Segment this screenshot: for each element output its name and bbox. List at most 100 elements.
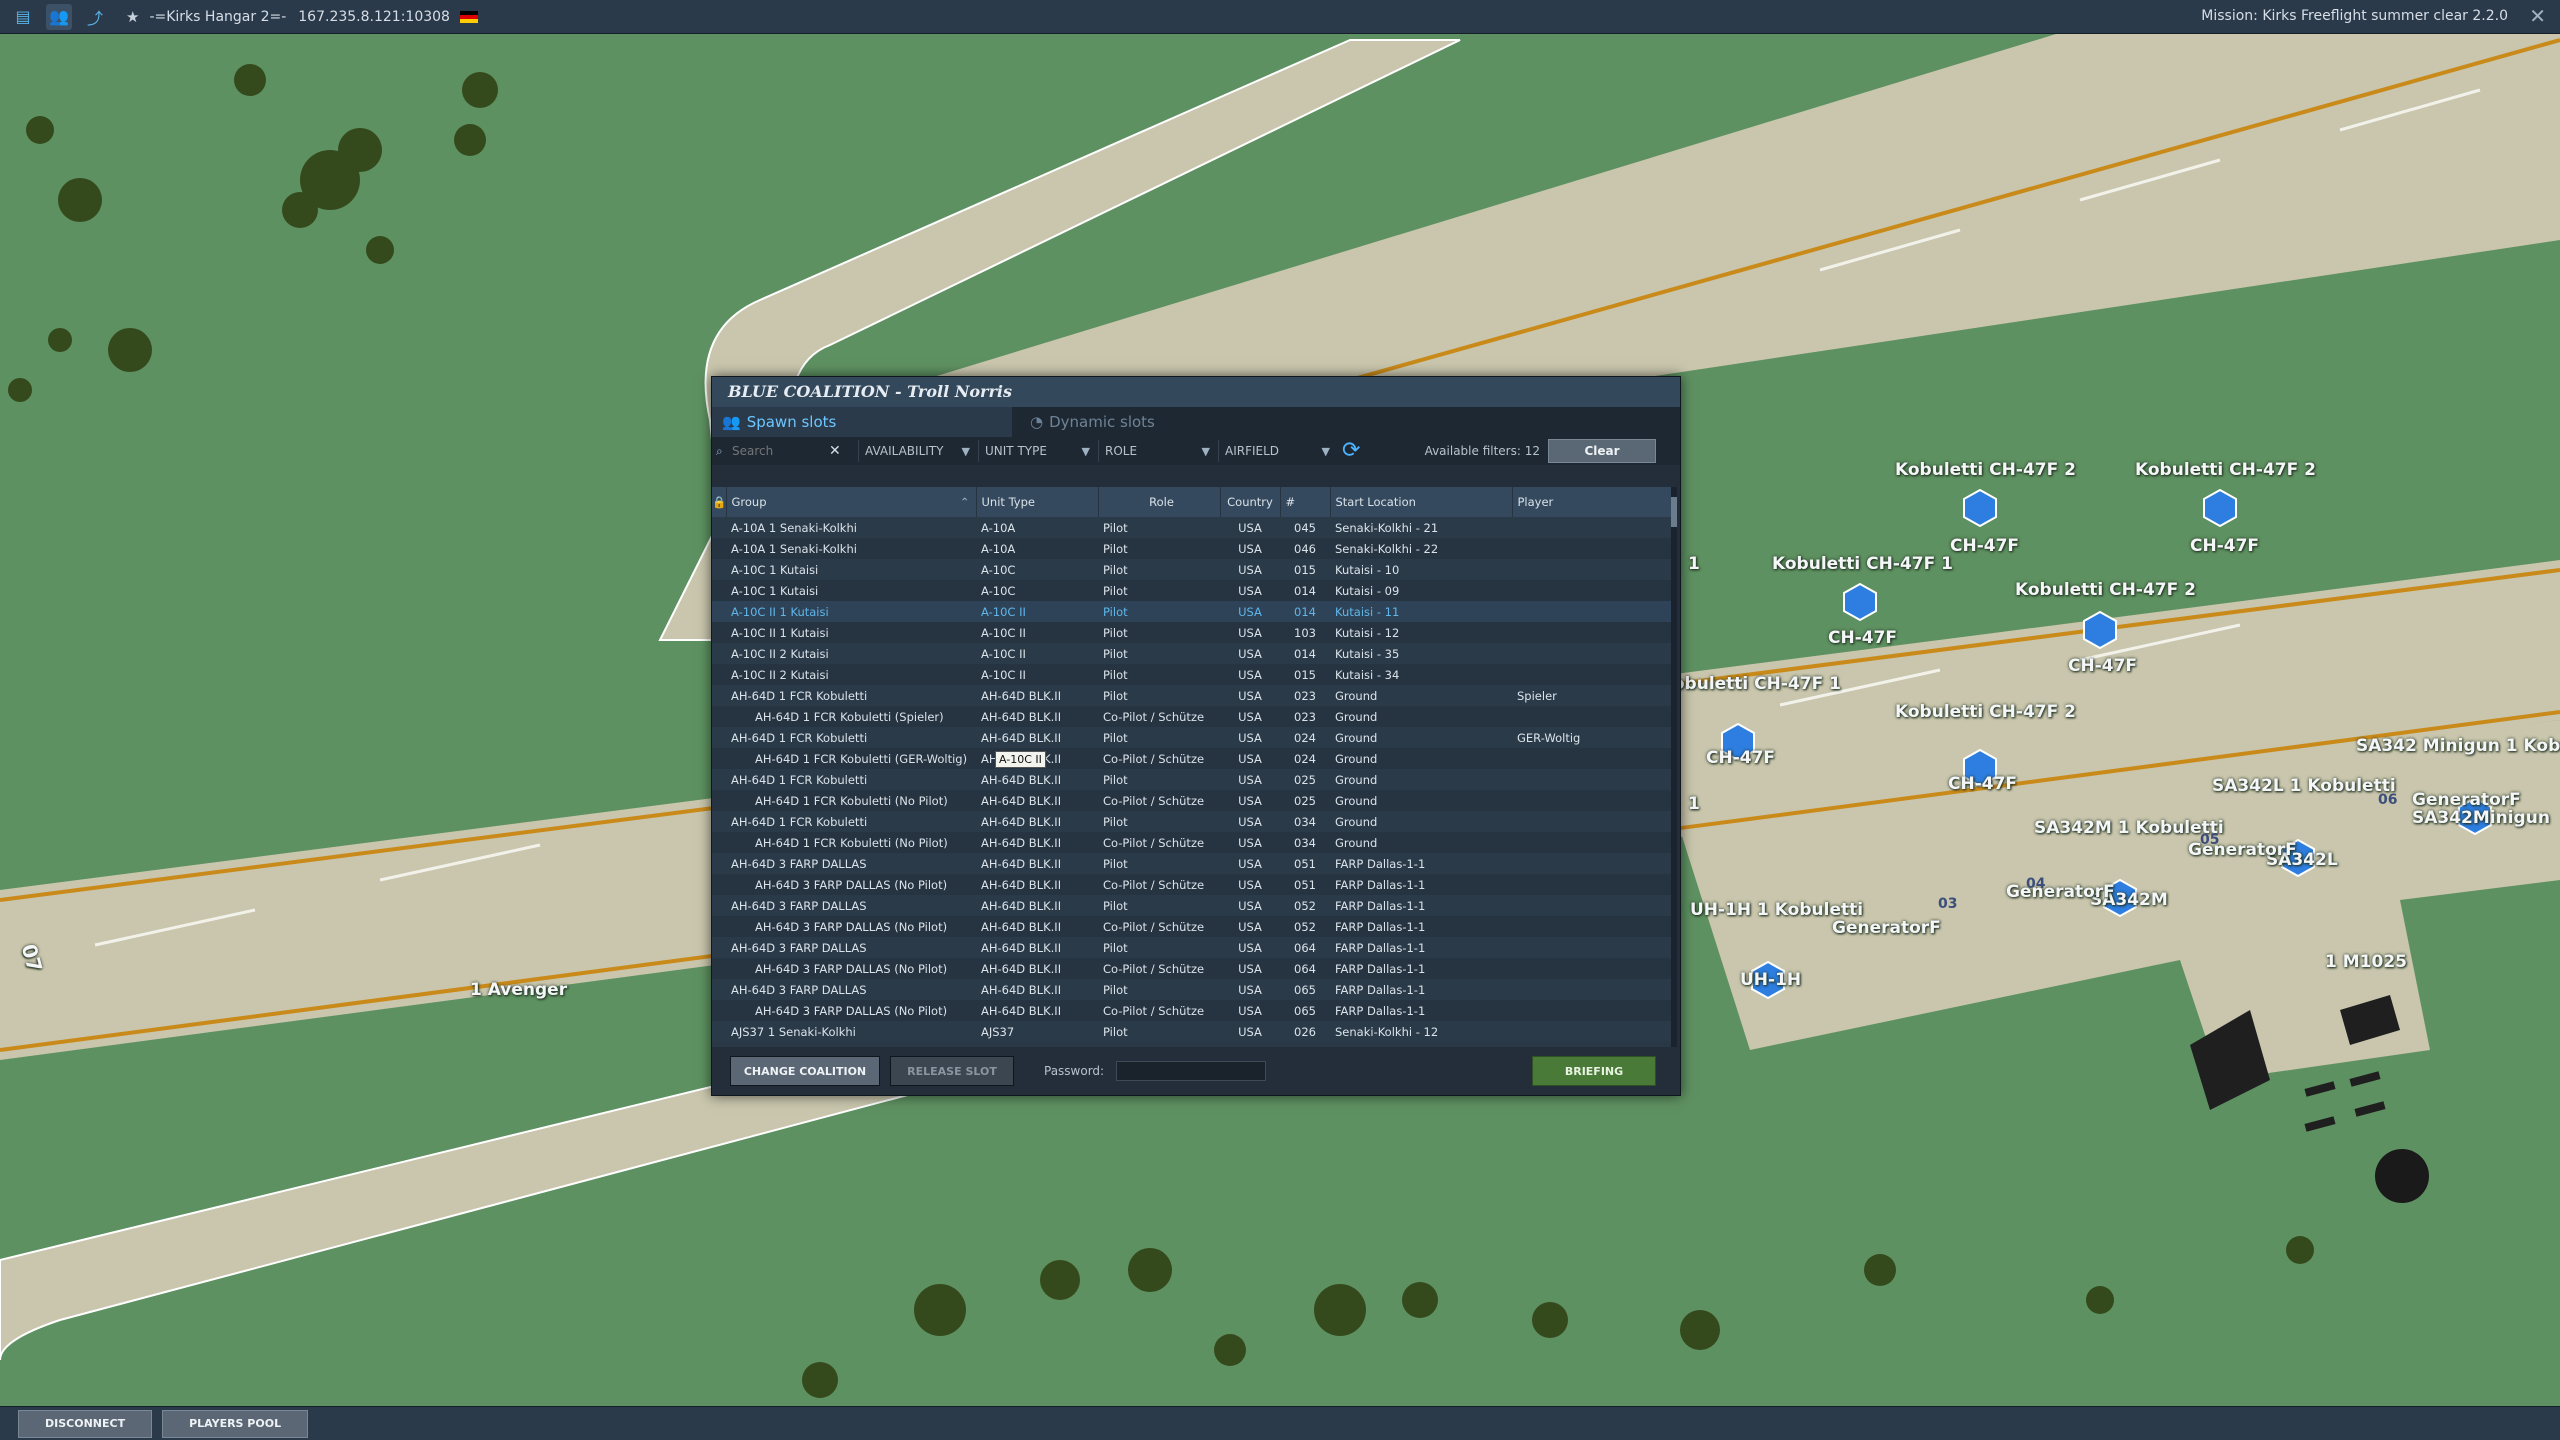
column-header-unit-type[interactable]: Unit Type bbox=[976, 487, 1099, 517]
password-input[interactable] bbox=[1116, 1061, 1267, 1081]
chevron-down-icon: ▼ bbox=[961, 444, 970, 458]
table-row[interactable]: AH-64D 3 FARP DALLAS (No Pilot) AH-64D BL… bbox=[712, 916, 1672, 937]
cell-role: Pilot bbox=[1098, 622, 1220, 643]
scrollbar-thumb[interactable] bbox=[1671, 497, 1677, 527]
table-row[interactable]: A-10C 1 Kutaisi A-10C Pilot USA 014 Kutaisi -… bbox=[712, 580, 1672, 601]
ch47f-unit-icon[interactable] bbox=[1962, 488, 1998, 528]
clear-filters-button[interactable]: Clear bbox=[1548, 439, 1656, 463]
cell-unit-type: A-10C II bbox=[976, 664, 1098, 685]
table-row[interactable]: AH-64D 3 FARP DALLAS (No Pilot) AH-64D BL… bbox=[712, 874, 1672, 895]
cell-number: 046 bbox=[1280, 538, 1330, 559]
clear-search-icon[interactable]: ✕ bbox=[829, 443, 841, 459]
cell-player bbox=[1512, 748, 1672, 769]
cell-player bbox=[1512, 1000, 1672, 1021]
table-row[interactable]: AH-64D 1 FCR Kobuletti AH-64D BLK.II Pilot… bbox=[712, 769, 1672, 790]
table-row[interactable]: A-10A 1 Senaki-Kolkhi A-10A Pilot USA 045 Sen… bbox=[712, 517, 1672, 538]
tab-label: Spawn slots bbox=[746, 413, 837, 431]
table-row[interactable]: A-10C II 2 Kutaisi A-10C II Pilot USA 014 Kut… bbox=[712, 643, 1672, 664]
table-row[interactable]: AH-64D 3 FARP DALLAS AH-64D BLK.II Pilot US… bbox=[712, 853, 1672, 874]
table-row[interactable]: AH-64D 3 FARP DALLAS (No Pilot) AH-64D BL… bbox=[712, 958, 1672, 979]
cell-start-location: Ground bbox=[1330, 811, 1512, 832]
table-row[interactable]: AH-64D 1 FCR Kobuletti AH-64D BLK.II Pilot… bbox=[712, 727, 1672, 748]
briefing-button[interactable]: BRIEFING bbox=[1532, 1056, 1656, 1086]
column-header-start-location[interactable]: Start Location bbox=[1330, 487, 1513, 517]
cell-group: A-10C II 1 Kutaisi bbox=[726, 622, 976, 643]
table-row[interactable]: AJS37 1 Senaki-Kolkhi AJS37 Pilot USA 026 Sen… bbox=[712, 1021, 1672, 1042]
table-row[interactable]: AH-64D 3 FARP DALLAS (No Pilot) AH-64D BL… bbox=[712, 1000, 1672, 1021]
column-header-country[interactable]: Country bbox=[1220, 487, 1281, 517]
map-label: CH-47F bbox=[1828, 628, 1898, 648]
table-row[interactable]: AH-64D 3 FARP DALLAS AH-64D BLK.II Pilot US… bbox=[712, 979, 1672, 1000]
table-scrollbar[interactable] bbox=[1671, 487, 1677, 1047]
search-input[interactable] bbox=[732, 444, 827, 458]
cell-country: USA bbox=[1220, 853, 1280, 874]
cell-group: A-10A 1 Senaki-Kolkhi bbox=[726, 538, 976, 559]
change-coalition-button[interactable]: CHANGE COALITION bbox=[730, 1056, 880, 1086]
table-row[interactable]: AH-64D 1 FCR Kobuletti AH-64D BLK.II Pilot… bbox=[712, 811, 1672, 832]
availability-dropdown[interactable]: AVAILABILITY ▼ bbox=[858, 440, 976, 462]
cell-start-location: FARP Dallas-1-1 bbox=[1330, 895, 1512, 916]
release-slot-button[interactable]: RELEASE SLOT bbox=[890, 1056, 1014, 1086]
table-row[interactable]: AH-64D 3 FARP DALLAS AH-64D BLK.II Pilot US… bbox=[712, 937, 1672, 958]
chevron-down-icon: ▼ bbox=[1201, 444, 1210, 458]
table-row[interactable]: A-10C II 1 Kutaisi A-10C II Pilot USA 014 Kut… bbox=[712, 601, 1672, 622]
cell-group: AH-64D 3 FARP DALLAS (No Pilot) bbox=[726, 916, 976, 937]
cell-group: AH-64D 3 FARP DALLAS (No Pilot) bbox=[726, 1000, 976, 1021]
unit-type-dropdown[interactable]: UNIT TYPE ▼ bbox=[978, 440, 1096, 462]
cell-player bbox=[1512, 958, 1672, 979]
table-row[interactable]: A-10A 1 Senaki-Kolkhi A-10A Pilot USA 046 Sen… bbox=[712, 538, 1672, 559]
table-row[interactable]: AH-64D 1 FCR Kobuletti (No Pilot) AH-64D … bbox=[712, 832, 1672, 853]
table-row[interactable]: AH-64D 1 FCR Kobuletti (No Pilot) AH-64D … bbox=[712, 790, 1672, 811]
cell-group: AH-64D 1 FCR Kobuletti bbox=[726, 727, 976, 748]
players-pool-button[interactable]: PLAYERS POOL bbox=[162, 1409, 309, 1438]
lock-cell bbox=[712, 580, 726, 601]
cell-number: 015 bbox=[1280, 664, 1330, 685]
column-header-group[interactable]: Group ⌃ bbox=[726, 487, 977, 517]
lock-cell bbox=[712, 748, 726, 769]
table-row[interactable]: AH-64D 1 FCR Kobuletti (GER-Woltig)AH-64… bbox=[712, 748, 1672, 769]
map-label: Kobuletti CH-47F 2 bbox=[2135, 460, 2316, 480]
table-row[interactable]: A-10C II 1 Kutaisi A-10C II Pilot USA 103 Kut… bbox=[712, 622, 1672, 643]
chevron-down-icon: ▼ bbox=[1081, 444, 1090, 458]
role-dropdown[interactable]: ROLE ▼ bbox=[1098, 440, 1216, 462]
ch47f-unit-icon[interactable] bbox=[2202, 488, 2238, 528]
cell-group: AH-64D 1 FCR Kobuletti bbox=[726, 685, 976, 706]
table-row[interactable]: A-10C II 2 Kutaisi A-10C II Pilot USA 015 Kut… bbox=[712, 664, 1672, 685]
cell-start-location: FARP Dallas-1-1 bbox=[1330, 916, 1512, 937]
tab-spawn-slots[interactable]: 👥 Spawn slots bbox=[712, 407, 1012, 437]
cell-country: USA bbox=[1220, 538, 1280, 559]
table-row[interactable]: AH-64D 1 FCR Kobuletti (Spieler) AH-64D B… bbox=[712, 706, 1672, 727]
cell-start-location: Ground bbox=[1330, 706, 1512, 727]
lock-cell bbox=[712, 916, 726, 937]
close-icon[interactable]: ✕ bbox=[2529, 4, 2546, 28]
cell-player bbox=[1512, 706, 1672, 727]
refresh-icon[interactable]: ⟳ bbox=[1342, 440, 1360, 462]
cell-unit-type: AH-64D BLK.II bbox=[976, 706, 1098, 727]
lock-cell bbox=[712, 664, 726, 685]
table-row[interactable]: AH-64D 3 FARP DALLAS AH-64D BLK.II Pilot US… bbox=[712, 895, 1672, 916]
cell-player bbox=[1512, 916, 1672, 937]
column-header-player[interactable]: Player bbox=[1512, 487, 1673, 517]
column-header-role[interactable]: Role bbox=[1098, 487, 1221, 517]
table-row[interactable]: A-10C 1 Kutaisi A-10C Pilot USA 015 Kutaisi -… bbox=[712, 559, 1672, 580]
cell-unit-type: AJS37 bbox=[976, 1021, 1098, 1042]
favorite-star-icon[interactable]: ★ bbox=[126, 8, 139, 26]
cell-start-location: Ground bbox=[1330, 748, 1512, 769]
dropdown-label: AIRFIELD bbox=[1225, 444, 1280, 458]
disconnect-button[interactable]: DISCONNECT bbox=[18, 1409, 153, 1438]
tab-dynamic-slots[interactable]: ◔ Dynamic slots bbox=[1020, 407, 1270, 437]
ch47f-unit-icon[interactable] bbox=[2082, 610, 2118, 650]
slots-table-container[interactable]: 🔒 Group ⌃ Unit Type Role Country # Start… bbox=[712, 487, 1677, 1047]
cell-role: Pilot bbox=[1098, 685, 1220, 706]
stats-icon[interactable]: ⤴ bbox=[82, 4, 108, 30]
briefing-icon[interactable]: ▤ bbox=[10, 4, 36, 30]
ch47f-unit-icon[interactable] bbox=[1842, 582, 1878, 622]
airfield-dropdown[interactable]: AIRFIELD ▼ bbox=[1218, 440, 1336, 462]
column-header-number[interactable]: # bbox=[1280, 487, 1331, 517]
lock-cell bbox=[712, 895, 726, 916]
cell-unit-type: AH-64D BLK.II bbox=[976, 853, 1098, 874]
players-icon[interactable]: 👥 bbox=[46, 3, 72, 30]
cell-number: 024 bbox=[1280, 727, 1330, 748]
table-row[interactable]: AH-64D 1 FCR Kobuletti AH-64D BLK.II Pilot… bbox=[712, 685, 1672, 706]
cell-unit-type: AH-64D BLK.II bbox=[976, 874, 1098, 895]
